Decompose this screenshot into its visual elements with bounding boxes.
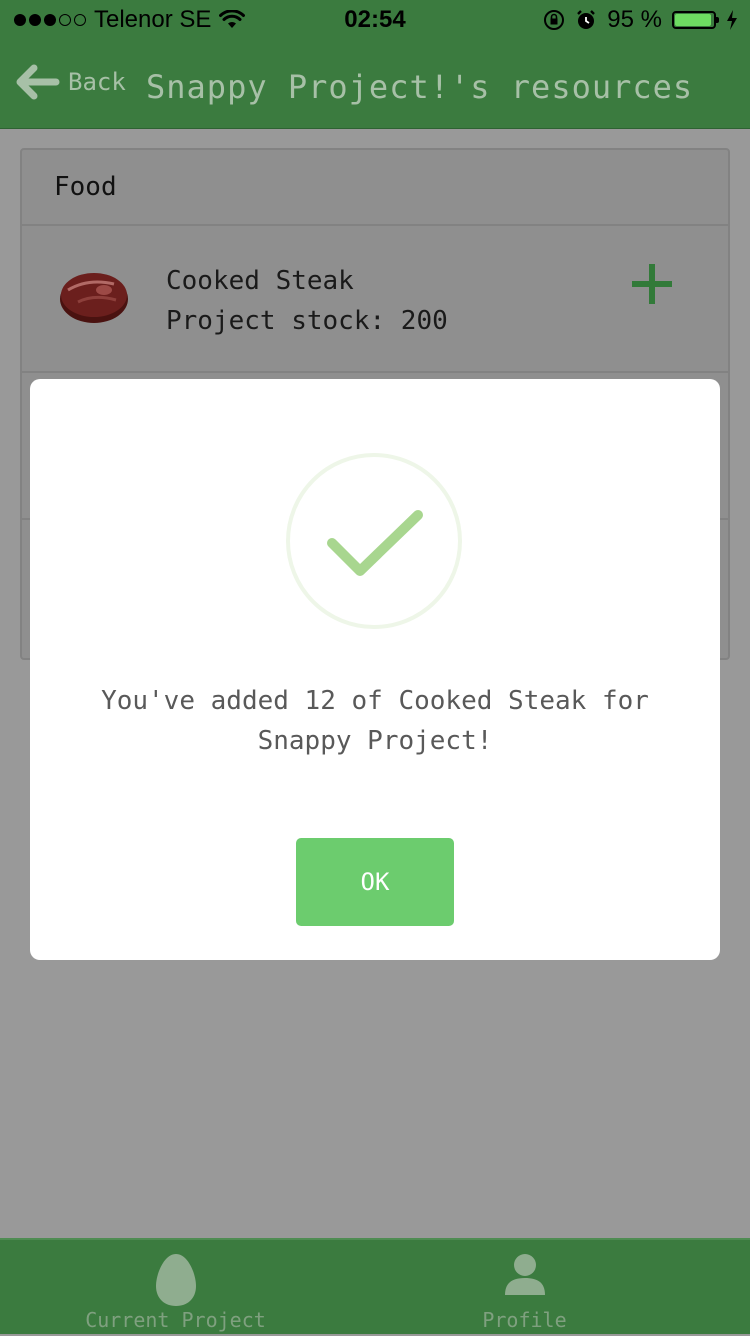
navigation-bar: Back Snappy Project!'s resources	[0, 40, 750, 129]
status-right: 95 %	[543, 6, 738, 34]
battery-icon	[672, 11, 719, 29]
back-arrow-icon	[16, 64, 60, 100]
back-button[interactable]: Back	[14, 64, 126, 100]
tab-current-project[interactable]: Current Project	[0, 1240, 363, 1336]
battery-percent: 95 %	[607, 6, 662, 33]
egg-icon	[155, 1254, 196, 1306]
resource-name: Cooked Steak	[166, 266, 354, 296]
orientation-lock-icon	[544, 10, 565, 30]
section-header-food: Food	[22, 150, 728, 226]
success-circle	[286, 453, 462, 629]
list-item[interactable]: Cooked Steak Project stock: 200	[22, 226, 728, 373]
tab-label: Current Project	[85, 1308, 266, 1332]
steak-icon	[60, 273, 128, 323]
battery-level	[675, 14, 712, 26]
add-resource-plus-icon[interactable]	[632, 264, 672, 304]
tab-profile[interactable]: Profile	[337, 1240, 712, 1336]
success-dialog: You've added 12 of Cooked Steak for Snap…	[30, 379, 720, 960]
checkmark-icon	[327, 510, 423, 576]
resource-stock: Project stock: 200	[166, 306, 448, 336]
person-icon	[504, 1254, 545, 1295]
dialog-message: You've added 12 of Cooked Steak for Snap…	[101, 686, 649, 756]
status-bar: Telenor SE 02:54 95 %	[0, 0, 750, 40]
ok-button[interactable]: OK	[296, 838, 454, 926]
back-label: Back	[68, 68, 126, 96]
page-title: Snappy Project!'s resources	[146, 68, 694, 106]
charging-bolt-icon	[727, 10, 737, 30]
tab-bar: Current Project Profile	[0, 1238, 750, 1334]
alarm-icon	[577, 10, 596, 29]
tab-label: Profile	[482, 1308, 567, 1332]
